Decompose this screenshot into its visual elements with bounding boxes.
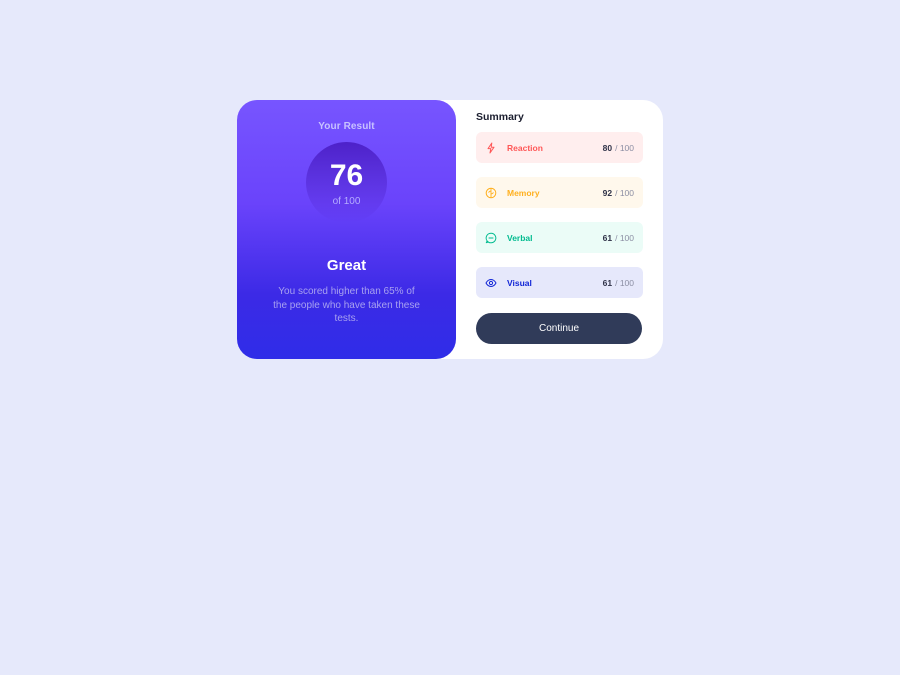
summary-item-score: 61: [602, 277, 613, 288]
summary-item-reaction: Reaction 80 / 100: [476, 132, 643, 163]
summary-item-label: Reaction: [507, 142, 543, 153]
rating-description: You scored higher than 65% of the people…: [273, 286, 420, 324]
result-title: Your Result: [318, 121, 375, 132]
summary-item-score: 61: [602, 232, 613, 243]
score-of-label: of 100: [332, 196, 361, 207]
summary-panel: Summary Reaction 80 / 100 Memory 92 / 10…: [456, 100, 663, 359]
rating-heading: Great: [326, 257, 367, 274]
chat-icon: [485, 232, 497, 244]
score-circle: 76 of 100: [306, 142, 387, 223]
summary-item-score: 92: [602, 187, 613, 198]
summary-item-memory: Memory 92 / 100: [476, 177, 643, 208]
results-summary-card: Your Result 76 of 100 Great You scored h…: [237, 100, 663, 359]
brain-icon: [485, 187, 497, 199]
summary-item-label: Visual: [507, 277, 532, 288]
summary-title: Summary: [476, 111, 524, 123]
summary-item-label: Memory: [507, 187, 540, 198]
eye-icon: [485, 277, 497, 289]
summary-item-label: Verbal: [507, 232, 533, 243]
summary-item-verbal: Verbal 61 / 100: [476, 222, 643, 253]
summary-item-total: / 100: [615, 142, 634, 153]
summary-item-total: / 100: [615, 187, 634, 198]
summary-item-visual: Visual 61 / 100: [476, 267, 643, 298]
summary-item-score: 80: [602, 142, 613, 153]
lightning-icon: [485, 142, 497, 154]
summary-item-total: / 100: [615, 232, 634, 243]
continue-button[interactable]: Continue: [476, 313, 642, 344]
result-panel: Your Result 76 of 100 Great You scored h…: [237, 100, 456, 359]
score-value: 76: [329, 159, 364, 192]
summary-item-total: / 100: [615, 277, 634, 288]
